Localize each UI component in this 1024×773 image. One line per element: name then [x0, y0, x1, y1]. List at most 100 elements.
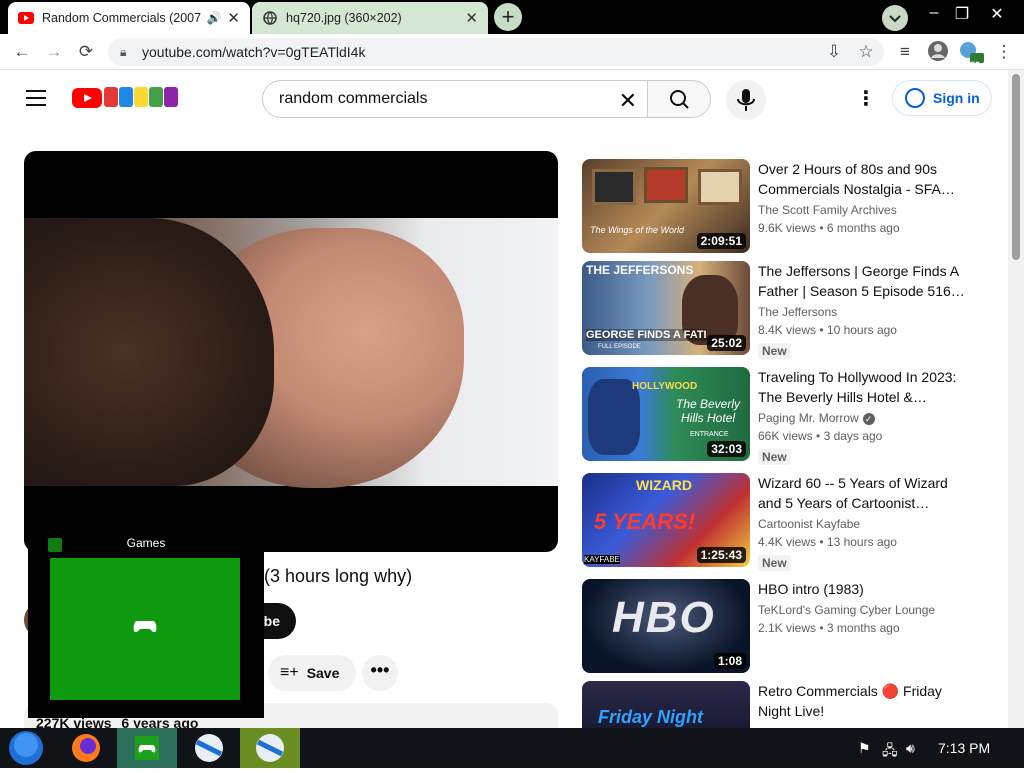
- games-overlay-window[interactable]: Games: [28, 520, 264, 718]
- thumb-caption: FULL EPISODE: [598, 344, 641, 350]
- new-badge: New: [758, 343, 791, 359]
- voice-search-mic-icon[interactable]: [726, 80, 766, 120]
- recommendation-title[interactable]: Wizard 60 -- 5 Years of Wizard and 5 Yea…: [758, 473, 968, 513]
- scrollbar-thumb[interactable]: [1012, 74, 1020, 260]
- more-actions-button[interactable]: •••: [362, 655, 398, 691]
- recommendation-item[interactable]: The Wings of the World 2:09:51 Over 2 Ho…: [582, 159, 992, 255]
- thumb-caption: HOLLYWOOD: [632, 381, 698, 392]
- recommendation-thumbnail[interactable]: HBO 1:08: [582, 579, 750, 673]
- speaker-icon[interactable]: 🔊: [206, 11, 221, 25]
- recommendation-title[interactable]: HBO intro (1983): [758, 579, 968, 599]
- tab-title: hq720.jpg (360×202): [286, 11, 402, 25]
- search-button[interactable]: [647, 80, 711, 118]
- recommendation-item[interactable]: HOLLYWOOD The Beverly Hills Hotel ENTRAN…: [582, 367, 992, 465]
- youtube-header: random commercials ✕ ⋮ Sign in: [0, 70, 1008, 128]
- clear-search-icon[interactable]: ✕: [619, 88, 637, 114]
- app-globe-icon[interactable]: [179, 728, 239, 768]
- recommendation-thumbnail[interactable]: Friday Night: [582, 681, 750, 728]
- xbox-taskbar-icon[interactable]: [117, 728, 177, 768]
- sign-in-label: Sign in: [933, 90, 980, 106]
- thumb-caption: GEORGE FINDS A FATI: [586, 329, 707, 341]
- save-label: Save: [306, 665, 340, 681]
- recommendation-thumbnail[interactable]: HOLLYWOOD The Beverly Hills Hotel ENTRAN…: [582, 367, 750, 461]
- tab-title: Random Commercials (2007: [42, 11, 202, 25]
- recommendation-item[interactable]: THE JEFFERSONS GEORGE FINDS A FATI FULL …: [582, 261, 992, 359]
- games-title: Games: [126, 536, 166, 550]
- recommendation-meta: 2.1K views • 3 months ago: [758, 621, 900, 635]
- close-tab-icon[interactable]: ✕: [465, 9, 478, 27]
- recommendation-thumbnail[interactable]: THE JEFFERSONS GEORGE FINDS A FATI FULL …: [582, 261, 750, 355]
- close-tab-icon[interactable]: ✕: [227, 9, 240, 27]
- network-icon[interactable]: 🖧: [882, 740, 898, 764]
- recommendation-title[interactable]: Over 2 Hours of 80s and 90s Commercials …: [758, 159, 968, 199]
- bookmark-star-icon[interactable]: ☆: [854, 40, 878, 64]
- media-queue-icon[interactable]: ≡: [893, 40, 917, 64]
- start-button[interactable]: [0, 728, 60, 768]
- add-to-playlist-icon: ≡+: [280, 664, 299, 681]
- sign-in-button[interactable]: Sign in: [892, 80, 992, 116]
- back-arrow-icon[interactable]: ←: [10, 40, 34, 64]
- restore-button[interactable]: ❐: [950, 4, 974, 24]
- recommendation-title[interactable]: The Jeffersons | George Finds A Father |…: [758, 261, 968, 301]
- tab-hq720[interactable]: hq720.jpg (360×202) ✕: [252, 2, 488, 34]
- tab-random-commercials[interactable]: Random Commercials (2007 🔊 ✕: [8, 2, 250, 34]
- thumb-caption: HBO: [612, 593, 716, 642]
- recommendation-meta: 66K views • 3 days ago: [758, 429, 883, 443]
- settings-more-icon[interactable]: ⋮: [856, 88, 876, 110]
- browser-menu-icon[interactable]: ⋮: [992, 40, 1016, 64]
- profile-icon[interactable]: [926, 40, 950, 64]
- recommendation-item[interactable]: Friday Night Retro Commercials 🔴 Friday …: [582, 681, 992, 728]
- recommendation-thumbnail[interactable]: The Wings of the World 2:09:51: [582, 159, 750, 253]
- video-player[interactable]: [24, 151, 558, 552]
- app-globe-active-icon[interactable]: [240, 728, 300, 768]
- extension-icon[interactable]: 60: [958, 40, 984, 70]
- taskbar-clock[interactable]: 7:13 PM: [938, 740, 990, 756]
- hamburger-menu-icon[interactable]: [26, 90, 46, 106]
- new-tab-button[interactable]: +: [494, 3, 522, 31]
- video-frame: [24, 218, 558, 488]
- minimize-button[interactable]: –: [922, 4, 946, 22]
- thumb-caption: KAYFABE: [584, 555, 620, 564]
- video-hair-image: [24, 218, 274, 486]
- recommendation-item[interactable]: HBO 1:08 HBO intro (1983) TeKLord's Gami…: [582, 579, 992, 675]
- games-tile[interactable]: [50, 558, 240, 700]
- recommendation-channel[interactable]: The Jeffersons: [758, 305, 837, 319]
- recommendation-meta: 9.6K views • 6 months ago: [758, 221, 900, 235]
- firefox-icon[interactable]: [56, 728, 116, 768]
- recommendation-channel[interactable]: Cartoonist Kayfabe: [758, 517, 860, 531]
- recommendation-title[interactable]: Traveling To Hollywood In 2023: The Beve…: [758, 367, 968, 407]
- reload-icon[interactable]: ⟳: [74, 40, 98, 64]
- forward-arrow-icon[interactable]: →: [42, 40, 66, 64]
- address-bar[interactable]: 🔒︎ youtube.com/watch?v=0gTEATldI4k: [108, 38, 884, 66]
- save-button[interactable]: ≡+ Save: [268, 655, 356, 691]
- recommendation-channel[interactable]: Paging Mr. Morrow ✓: [758, 411, 875, 425]
- thumb-caption: THE JEFFERSONS: [586, 263, 694, 277]
- recommendation-meta: 4.4K views • 13 hours ago: [758, 535, 897, 549]
- duration-badge: 25:02: [707, 335, 746, 351]
- youtube-favicon-icon: [18, 10, 34, 26]
- thumb-caption: Friday Night: [598, 707, 704, 727]
- thumb-caption: WIZARD: [636, 477, 692, 493]
- page-scrollbar[interactable]: [1008, 70, 1024, 728]
- volume-icon[interactable]: 🔊︎: [906, 740, 915, 757]
- recommendation-title[interactable]: Retro Commercials 🔴 Friday Night Live!: [758, 681, 968, 721]
- duration-badge: 1:08: [713, 653, 746, 669]
- recommendation-thumbnail[interactable]: WIZARD 5 YEARS! KAYFABE 1:25:43: [582, 473, 750, 567]
- os-taskbar: ⚑ 🖧 🔊︎ 7:13 PM: [0, 728, 1024, 768]
- tab-search-button[interactable]: [882, 5, 908, 31]
- lock-icon: 🔒︎: [120, 44, 127, 59]
- flag-icon[interactable]: ⚑: [858, 740, 871, 757]
- recommendation-item[interactable]: WIZARD 5 YEARS! KAYFABE 1:25:43 Wizard 6…: [582, 473, 992, 571]
- duration-badge: 32:03: [707, 441, 746, 457]
- recommendation-channel[interactable]: The Scott Family Archives: [758, 203, 897, 217]
- search-input[interactable]: random commercials ✕: [262, 80, 648, 118]
- recommendation-channel[interactable]: TeKLord's Gaming Cyber Lounge: [758, 603, 935, 617]
- close-window-button[interactable]: ✕: [985, 4, 1009, 24]
- new-badge: New: [758, 449, 791, 465]
- account-icon: [905, 88, 925, 108]
- youtube-doodle-logo[interactable]: [104, 87, 179, 109]
- verified-check-icon: ✓: [862, 413, 875, 425]
- install-icon[interactable]: ⇩: [822, 40, 846, 64]
- url-text: youtube.com/watch?v=0gTEATldI4k: [142, 44, 366, 60]
- youtube-logo-icon[interactable]: [72, 88, 102, 108]
